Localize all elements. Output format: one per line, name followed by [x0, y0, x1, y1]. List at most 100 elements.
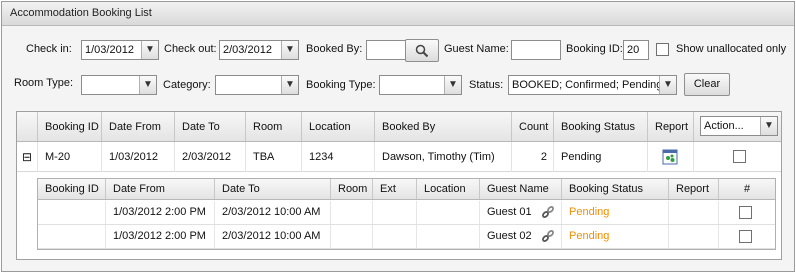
- status-label: Status:: [469, 79, 504, 91]
- room-type-select[interactable]: ▼: [81, 75, 157, 95]
- row-booked-by: Dawson, Timothy (Tim): [375, 142, 512, 172]
- link-icon[interactable]: [541, 205, 555, 219]
- sub-room: [331, 225, 373, 248]
- action-select[interactable]: Action... ▼: [700, 116, 778, 136]
- room-type-label: Room Type:: [14, 77, 74, 89]
- sub-col-date-to[interactable]: Date To: [215, 179, 331, 199]
- col-report[interactable]: Report: [648, 112, 694, 141]
- sub-ext: [373, 225, 417, 248]
- action-value: Action...: [704, 120, 744, 132]
- panel-title: Accommodation Booking List: [2, 2, 794, 26]
- booked-by-search-button[interactable]: [405, 39, 439, 62]
- sub-booking-id: [38, 201, 106, 224]
- row-room: TBA: [246, 142, 302, 172]
- sub-col-booking-id[interactable]: Booking ID: [38, 179, 106, 199]
- clear-button[interactable]: Clear: [684, 73, 730, 96]
- report-icon[interactable]: [662, 149, 678, 165]
- guest-subgrid: Booking ID Date From Date To Room Ext Lo…: [37, 178, 776, 250]
- sub-col-date-from[interactable]: Date From: [106, 179, 215, 199]
- check-in-label: Check in:: [26, 43, 72, 55]
- row-date-from: 1/03/2012: [102, 142, 175, 172]
- table-row[interactable]: 1/03/2012 2:00 PM 2/03/2012 10:00 AM Gue…: [38, 225, 775, 249]
- row-location: 1234: [302, 142, 375, 172]
- sub-guest-name-cell: Guest 02: [480, 225, 562, 248]
- col-count[interactable]: Count: [512, 112, 554, 141]
- show-unallocated-label: Show unallocated only: [676, 43, 787, 55]
- booking-grid: Booking ID Date From Date To Room Locati…: [16, 111, 782, 260]
- sub-booking-status: Pending: [562, 225, 669, 248]
- booking-list-panel: Accommodation Booking List Check in: 1/0…: [1, 1, 795, 272]
- sub-guest-name: Guest 02: [487, 230, 532, 242]
- sub-date-from: 1/03/2012 2:00 PM: [106, 225, 215, 248]
- category-select[interactable]: ▼: [215, 75, 299, 95]
- sub-col-ext[interactable]: Ext: [373, 179, 417, 199]
- grid-header: Booking ID Date From Date To Room Locati…: [17, 112, 781, 142]
- table-row[interactable]: 1/03/2012 2:00 PM 2/03/2012 10:00 AM Gue…: [38, 201, 775, 225]
- dropdown-arrow-icon[interactable]: ▼: [281, 41, 298, 59]
- sub-report: [669, 201, 719, 224]
- col-room[interactable]: Room: [246, 112, 302, 141]
- dropdown-arrow-icon[interactable]: ▼: [139, 76, 156, 94]
- booking-type-select[interactable]: ▼: [379, 75, 462, 95]
- collapse-icon[interactable]: ⊟: [17, 142, 38, 172]
- sub-date-to: 2/03/2012 10:00 AM: [215, 225, 331, 248]
- check-out-label: Check out:: [164, 43, 217, 55]
- dropdown-arrow-icon[interactable]: ▼: [281, 76, 298, 94]
- category-label: Category:: [163, 79, 211, 91]
- check-in-select[interactable]: 1/03/2012 ▼: [81, 40, 159, 60]
- sub-col-report[interactable]: Report: [669, 179, 719, 199]
- col-date-from[interactable]: Date From: [102, 112, 175, 141]
- sub-date-to: 2/03/2012 10:00 AM: [215, 201, 331, 224]
- guest-name-label: Guest Name:: [444, 43, 509, 55]
- sub-location: [417, 201, 480, 224]
- sub-col-guest-name[interactable]: Guest Name: [480, 179, 562, 199]
- col-booking-status[interactable]: Booking Status: [554, 112, 648, 141]
- status-value: BOOKED; Confirmed; Pending;: [512, 79, 666, 91]
- sub-ext: [373, 201, 417, 224]
- subgrid-header: Booking ID Date From Date To Room Ext Lo…: [38, 179, 775, 200]
- sub-booking-status: Pending: [562, 201, 669, 224]
- dropdown-arrow-icon[interactable]: ▼: [659, 76, 676, 94]
- sub-row-checkbox[interactable]: [739, 206, 752, 219]
- row-booking-id: M-20: [38, 142, 102, 172]
- row-report: [648, 142, 694, 172]
- expand-column-header: [17, 112, 38, 141]
- status-select[interactable]: BOOKED; Confirmed; Pending; ▼: [508, 75, 677, 95]
- booking-type-label: Booking Type:: [306, 79, 376, 91]
- sub-row-checkbox[interactable]: [739, 230, 752, 243]
- sub-col-booking-status[interactable]: Booking Status: [562, 179, 669, 199]
- filter-row-1: Check in: 1/03/2012 ▼ Check out: 2/03/20…: [2, 38, 794, 62]
- dropdown-arrow-icon[interactable]: ▼: [760, 117, 777, 135]
- booked-by-label: Booked By:: [306, 43, 363, 55]
- sub-col-number[interactable]: #: [719, 179, 775, 199]
- booking-id-input[interactable]: 20: [623, 40, 649, 60]
- link-icon[interactable]: [541, 229, 555, 243]
- sub-date-from: 1/03/2012 2:00 PM: [106, 201, 215, 224]
- row-select-checkbox[interactable]: [733, 150, 746, 163]
- col-booked-by[interactable]: Booked By: [375, 112, 512, 141]
- sub-room: [331, 201, 373, 224]
- sub-guest-name-cell: Guest 01: [480, 201, 562, 224]
- sub-booking-id: [38, 225, 106, 248]
- row-count: 2: [512, 142, 554, 172]
- booked-by-input[interactable]: [366, 40, 406, 60]
- check-out-select[interactable]: 2/03/2012 ▼: [219, 40, 299, 60]
- sub-col-room[interactable]: Room: [331, 179, 373, 199]
- dropdown-arrow-icon[interactable]: ▼: [141, 41, 158, 59]
- sub-report: [669, 225, 719, 248]
- check-out-value: 2/03/2012: [223, 44, 272, 56]
- booking-id-label: Booking ID:: [566, 43, 623, 55]
- row-date-to: 2/03/2012: [175, 142, 246, 172]
- guest-name-input[interactable]: [511, 40, 561, 60]
- col-date-to[interactable]: Date To: [175, 112, 246, 141]
- row-booking-status: Pending: [554, 142, 648, 172]
- search-icon: [415, 44, 429, 58]
- sub-location: [417, 225, 480, 248]
- show-unallocated-checkbox[interactable]: [656, 43, 669, 56]
- filter-row-2: Room Type: ▼ Category: ▼ Booking Type: ▼…: [2, 73, 794, 97]
- sub-col-location[interactable]: Location: [417, 179, 480, 199]
- col-booking-id[interactable]: Booking ID: [38, 112, 102, 141]
- dropdown-arrow-icon[interactable]: ▼: [444, 76, 461, 94]
- table-row[interactable]: ⊟ M-20 1/03/2012 2/03/2012 TBA 1234 Daws…: [17, 142, 781, 172]
- col-location[interactable]: Location: [302, 112, 375, 141]
